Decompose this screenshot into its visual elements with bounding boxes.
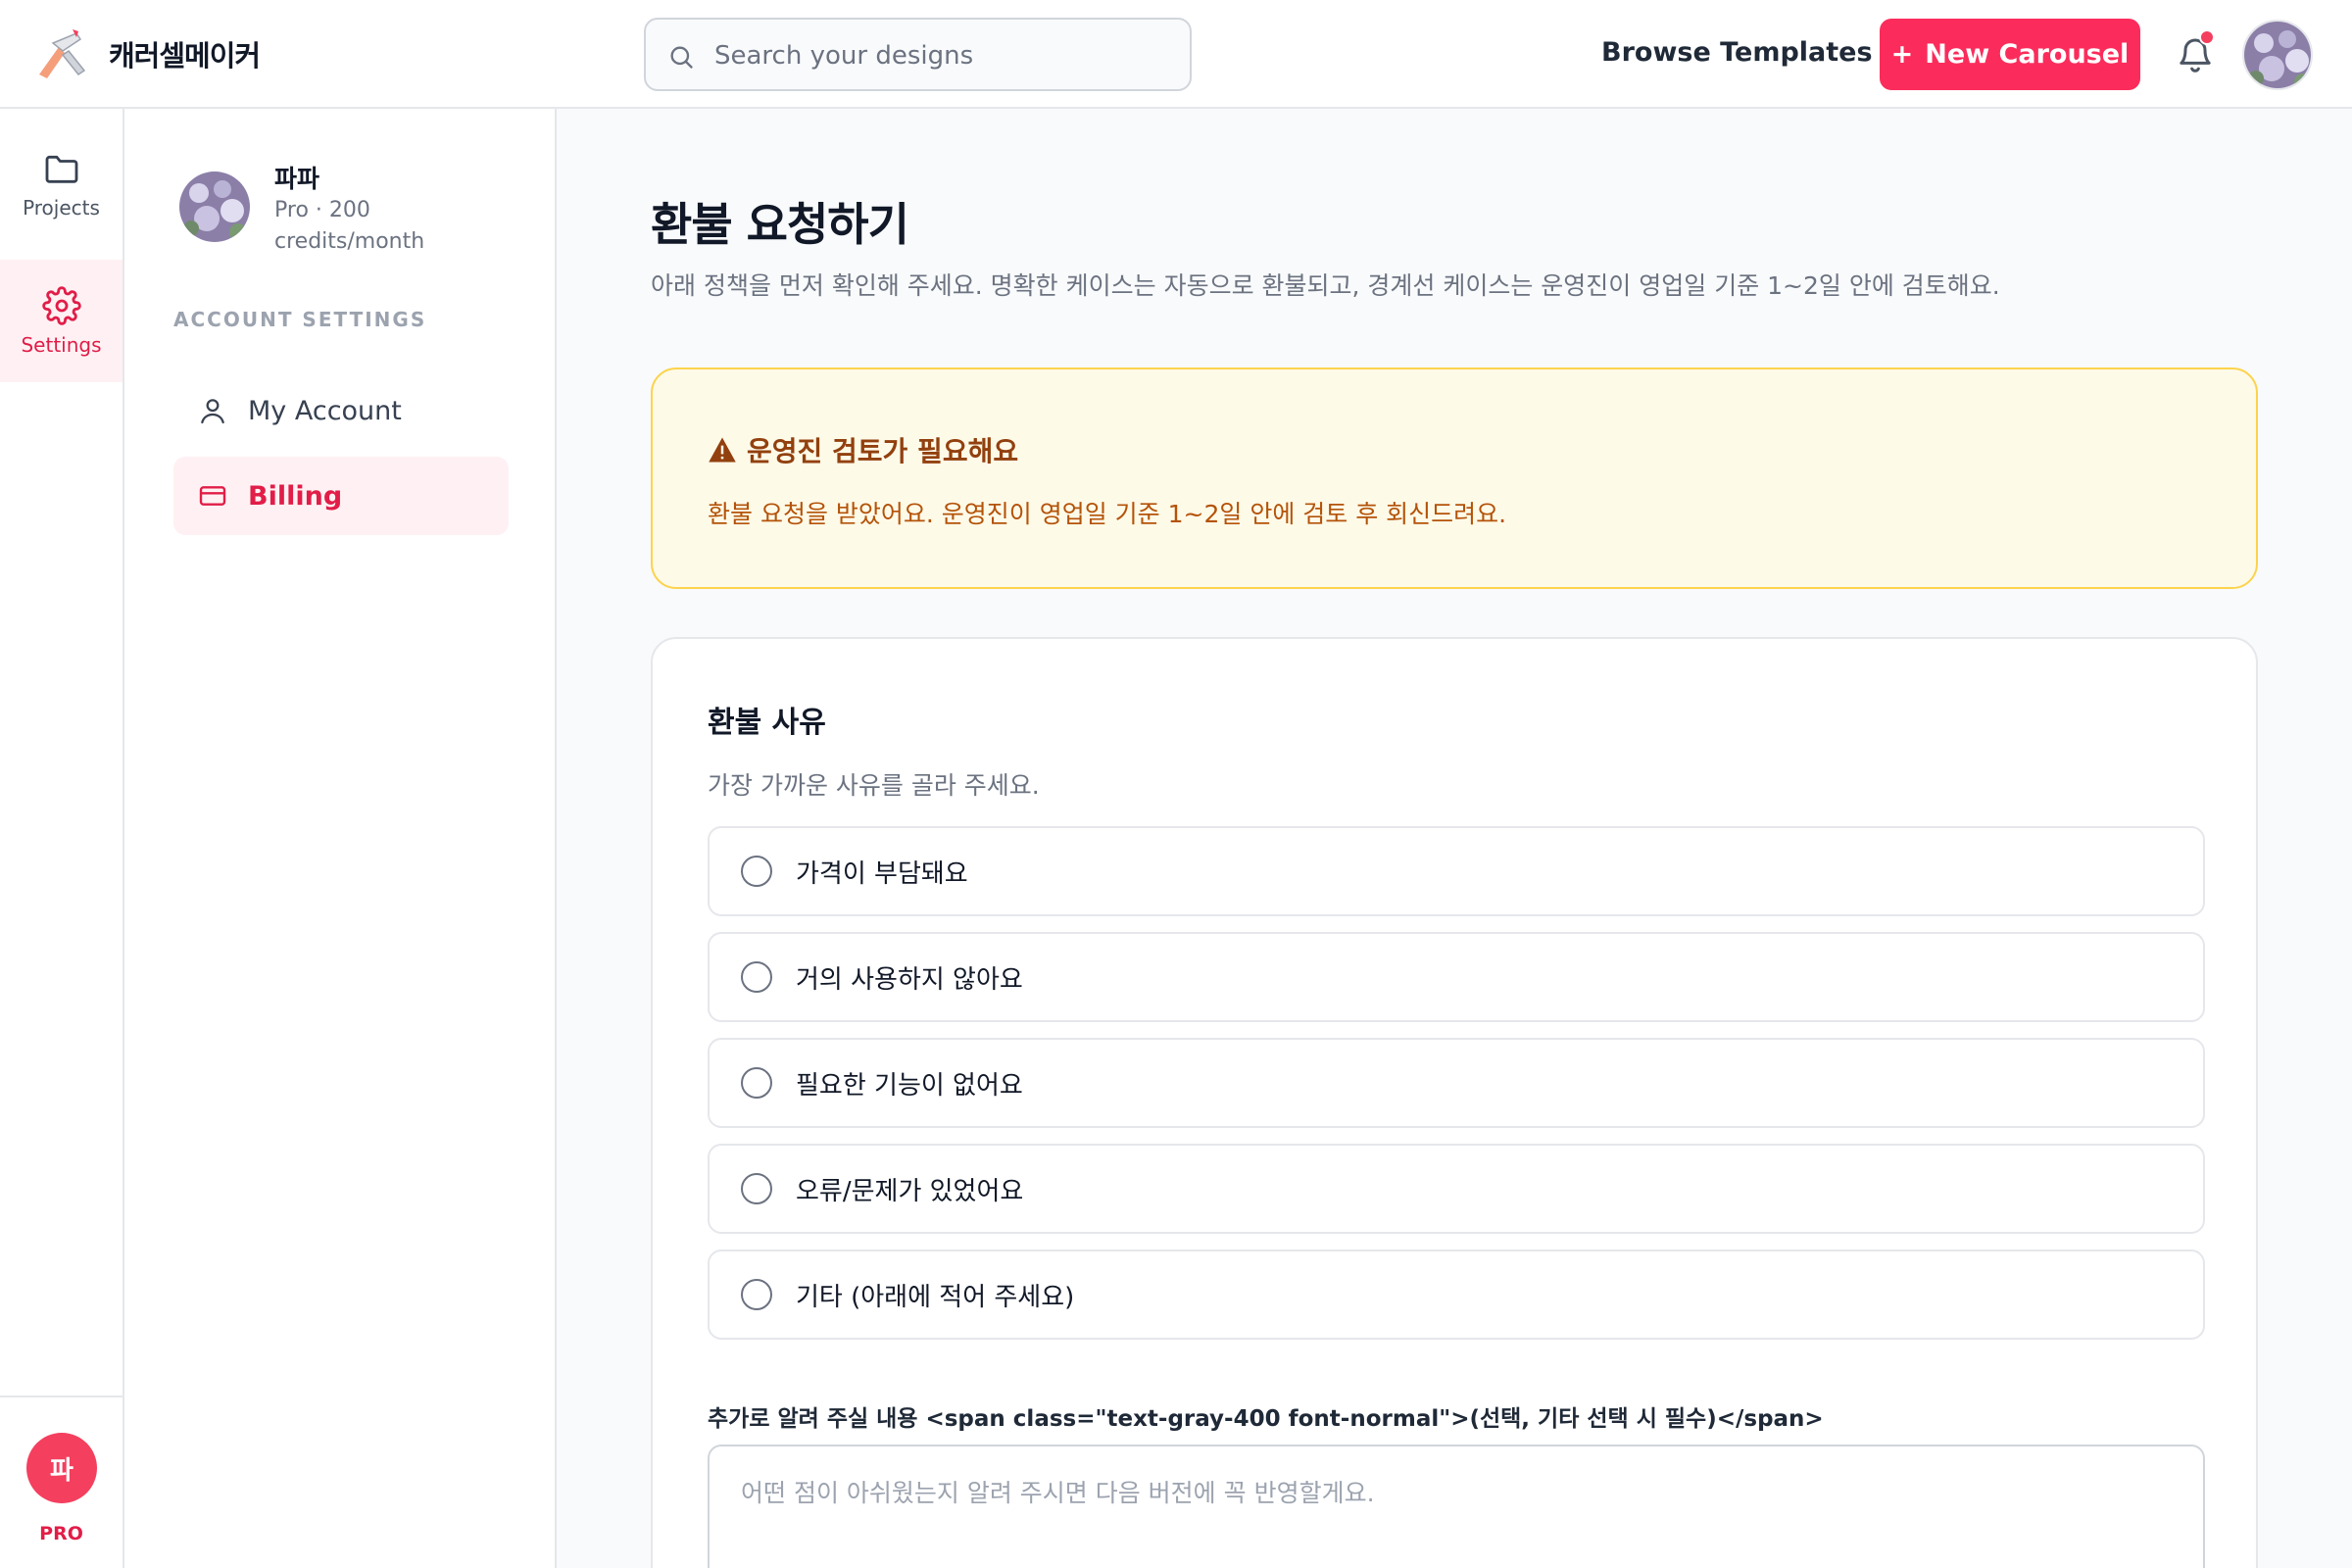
- search-bar[interactable]: [644, 18, 1192, 91]
- refund-reason-card: 환불 사유 가장 가까운 사유를 골라 주세요. 가격이 부담돼요 거의 사용하…: [651, 637, 2258, 1568]
- sidebar-item-label: Billing: [248, 480, 343, 512]
- reason-option-missing-feature[interactable]: 필요한 기능이 없어요: [708, 1038, 2205, 1128]
- folder-icon: [45, 155, 77, 183]
- rail-item-settings[interactable]: Settings: [0, 260, 122, 382]
- credit-card-icon: [199, 486, 226, 506]
- review-notice: 운영진 검토가 필요해요 환불 요청을 받았어요. 운영진이 영업일 기준 1~…: [651, 368, 2258, 589]
- user-name: 파파: [274, 165, 320, 193]
- plan-badge: PRO: [39, 1523, 83, 1544]
- browse-templates-link[interactable]: Browse Templates: [1601, 37, 1873, 68]
- extra-details-input[interactable]: [741, 1474, 2172, 1568]
- notification-dot: [2199, 29, 2215, 45]
- sidebar-item-label: My Account: [248, 395, 402, 426]
- reason-option-price[interactable]: 가격이 부담돼요: [708, 826, 2205, 916]
- reason-option-error[interactable]: 오류/문제가 있었어요: [708, 1144, 2205, 1234]
- gear-icon: [41, 285, 81, 325]
- left-rail: Projects Settings 파 PRO: [0, 109, 124, 1568]
- extra-details-field[interactable]: [708, 1445, 2205, 1568]
- avatar[interactable]: [2242, 20, 2313, 90]
- sidebar-item-my-account[interactable]: My Account: [173, 371, 509, 450]
- new-carousel-button[interactable]: + New Carousel: [1880, 19, 2140, 90]
- top-header: 캐러셀메이커 Browse Templates + New Carousel: [0, 0, 2352, 109]
- warning-icon: [709, 437, 736, 463]
- search-input[interactable]: [714, 37, 1165, 74]
- option-label: 가격이 부담돼요: [796, 858, 968, 889]
- sidebar-item-billing[interactable]: Billing: [173, 457, 509, 535]
- radio-button[interactable]: [741, 1279, 772, 1310]
- brand-name[interactable]: 캐러셀메이커: [109, 33, 261, 74]
- search-icon: [670, 46, 693, 69]
- rail-item-label: Settings: [21, 332, 102, 357]
- rail-user: 파 PRO: [0, 1396, 122, 1568]
- extra-details-label: 추가로 알려 주실 내용 <span class="text-gray-400 …: [708, 1406, 1824, 1432]
- logo-icon[interactable]: [33, 25, 92, 82]
- option-label: 필요한 기능이 없어요: [796, 1070, 1023, 1101]
- reason-option-rarely-used[interactable]: 거의 사용하지 않아요: [708, 932, 2205, 1022]
- page-subtitle: 아래 정책을 먼저 확인해 주세요. 명확한 케이스는 자동으로 환불되고, 경…: [651, 271, 2000, 300]
- option-label: 거의 사용하지 않아요: [796, 964, 1023, 995]
- settings-sidebar: 파파 Pro · 200 credits/month ACCOUNT SETTI…: [124, 109, 557, 1568]
- user-icon: [201, 399, 224, 424]
- card-subtitle: 가장 가까운 사유를 골라 주세요.: [708, 771, 1040, 800]
- notice-title-text: 운영진 검토가 필요해요: [747, 435, 1019, 467]
- radio-button[interactable]: [741, 1173, 772, 1204]
- rail-item-projects[interactable]: Projects: [0, 122, 122, 245]
- notice-text: 환불 요청을 받았어요. 운영진이 영업일 기준 1~2일 안에 검토 후 회신…: [708, 500, 1507, 528]
- rail-item-label: Projects: [23, 195, 100, 220]
- section-label: ACCOUNT SETTINGS: [173, 308, 427, 331]
- card-title: 환불 사유: [708, 706, 826, 740]
- rail-avatar[interactable]: 파: [26, 1433, 97, 1503]
- option-label: 오류/문제가 있었어요: [796, 1176, 1024, 1206]
- plus-icon: +: [1890, 39, 1914, 70]
- notice-title: 운영진 검토가 필요해요: [708, 430, 1018, 469]
- radio-button[interactable]: [741, 1067, 772, 1099]
- radio-button[interactable]: [741, 856, 772, 887]
- option-label: 기타 (아래에 적어 주세요): [796, 1282, 1075, 1312]
- avatar: [179, 172, 250, 242]
- page-title: 환불 요청하기: [651, 198, 909, 251]
- radio-button[interactable]: [741, 961, 772, 993]
- main-content: 환불 요청하기 아래 정책을 먼저 확인해 주세요. 명확한 케이스는 자동으로…: [557, 109, 2352, 1568]
- reason-option-other[interactable]: 기타 (아래에 적어 주세요): [708, 1250, 2205, 1340]
- new-carousel-label: New Carousel: [1925, 39, 2130, 70]
- user-plan: Pro · 200 credits/month: [274, 198, 425, 254]
